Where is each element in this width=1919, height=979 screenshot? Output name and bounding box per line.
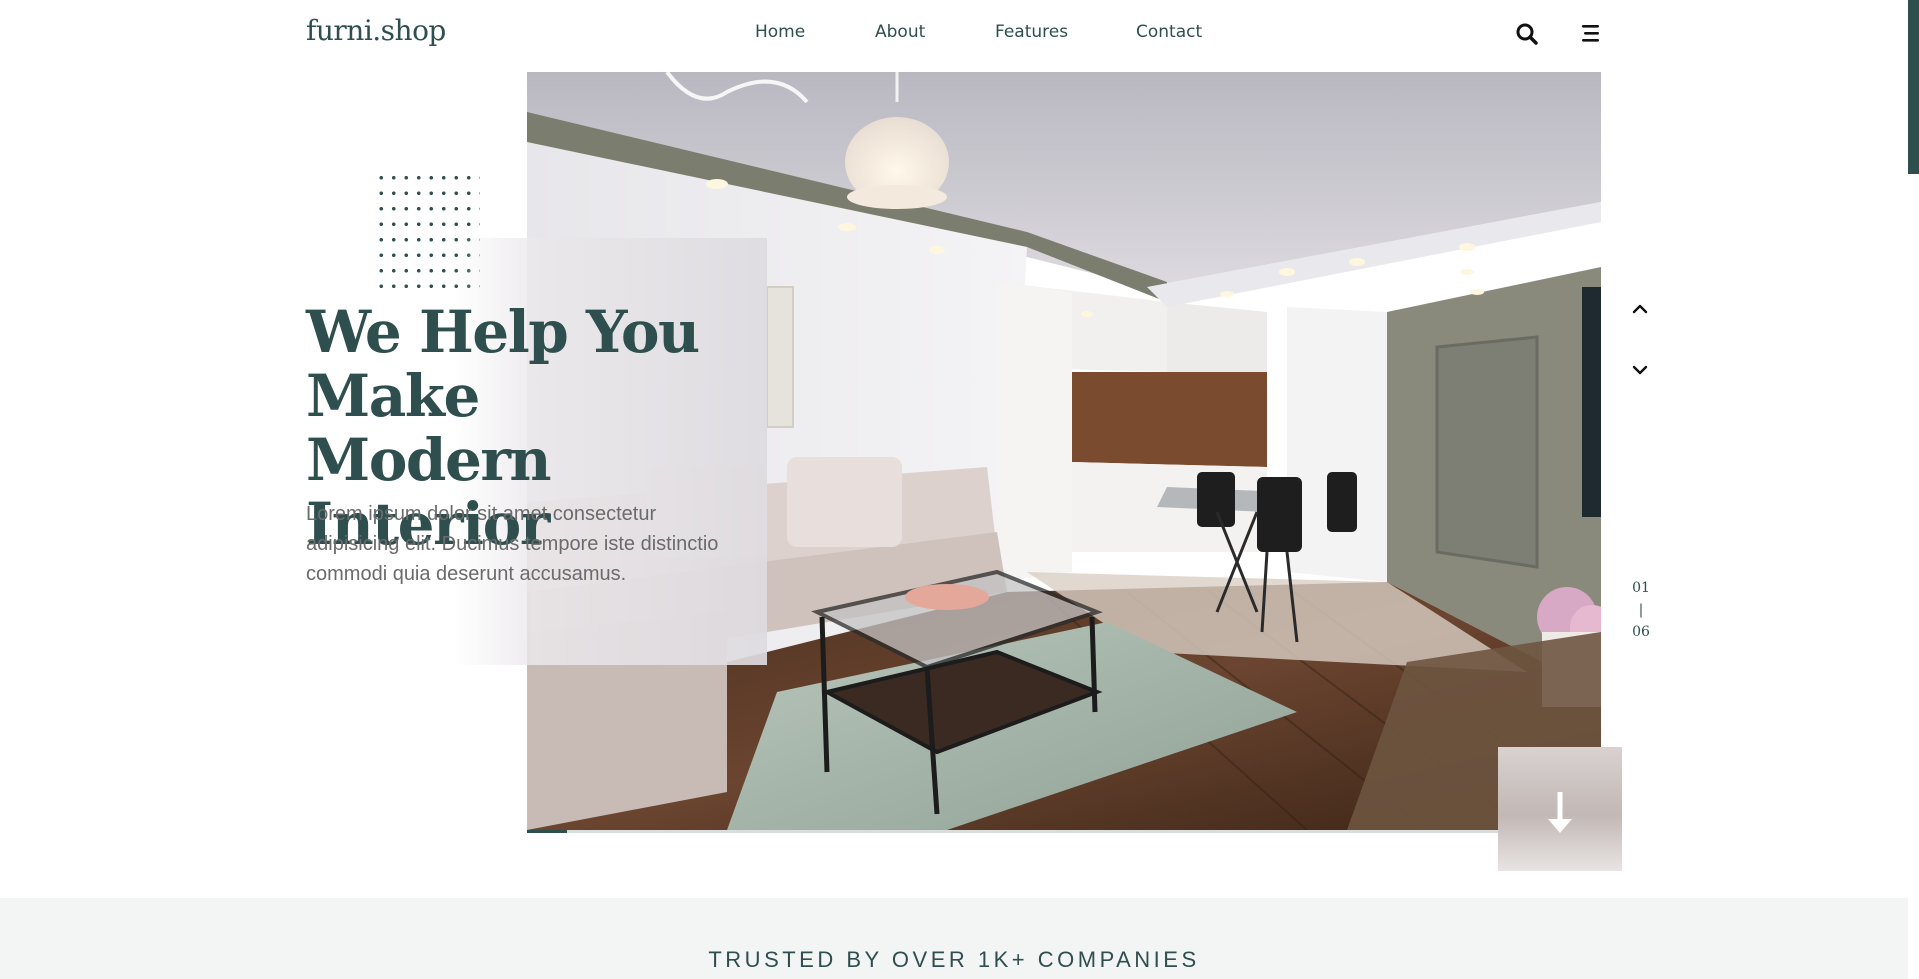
search-icon[interactable]	[1514, 21, 1540, 47]
chevron-down-icon[interactable]	[1628, 358, 1652, 382]
page-scrollbar[interactable]	[1908, 0, 1919, 979]
trusted-section: TRUSTED BY OVER 1K+ COMPANIES	[0, 898, 1908, 979]
nav-link-contact[interactable]: Contact	[1136, 22, 1202, 42]
arrow-down-icon	[1548, 792, 1572, 833]
nav-link-about[interactable]: About	[875, 22, 925, 42]
hero-description: Lorem ipsum dolor sit amet consectetur a…	[306, 503, 719, 585]
slide-total: 06	[1632, 624, 1650, 640]
hamburger-menu-icon[interactable]	[1578, 21, 1604, 47]
scrollbar-thumb[interactable]	[1908, 0, 1919, 174]
nav-link-home[interactable]: Home	[755, 22, 805, 42]
scroll-down-button[interactable]	[1498, 747, 1622, 871]
nav-link-features[interactable]: Features	[995, 22, 1068, 42]
slide-progress-track	[527, 830, 1501, 833]
hero-headline-line: Make Modern	[306, 362, 552, 494]
hero-headline-line: We Help You	[306, 298, 700, 366]
slide-current: 01	[1632, 580, 1650, 596]
trusted-heading: TRUSTED BY OVER 1K+ COMPANIES	[708, 947, 1200, 972]
chevron-up-icon[interactable]	[1628, 297, 1652, 321]
slide-counter: 01 | 06	[1625, 577, 1657, 643]
slide-progress-indicator	[527, 830, 567, 833]
slide-separator: |	[1638, 602, 1644, 618]
brand-logo[interactable]: furni.shop	[306, 14, 446, 47]
